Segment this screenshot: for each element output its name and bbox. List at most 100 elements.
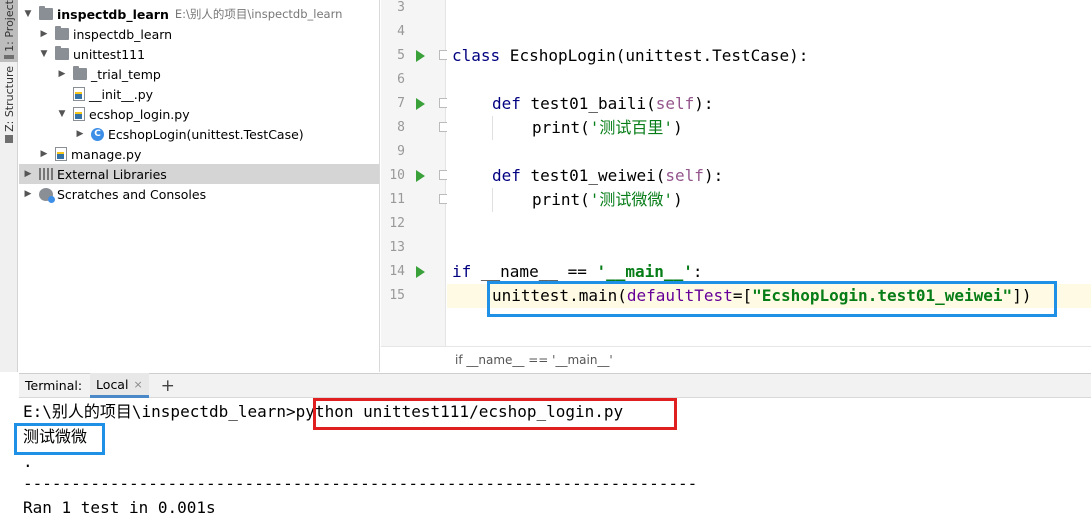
tree-item-label: __init__.py xyxy=(89,86,154,102)
tree-item-label: External Libraries xyxy=(57,166,167,182)
folder-icon xyxy=(4,54,14,59)
code-text: ) xyxy=(673,118,683,137)
tree-item-external-libraries[interactable]: ▶ External Libraries xyxy=(19,164,379,184)
line-number: 15 xyxy=(389,288,405,303)
tree-root[interactable]: ▼ inspectdb_learn E:\别人的项目\inspectdb_lea… xyxy=(19,4,379,24)
run-class-icon[interactable] xyxy=(416,50,425,62)
code-string: '测试百里' xyxy=(589,118,674,137)
chevron-right-icon[interactable]: ▶ xyxy=(57,69,67,79)
line-number: 4 xyxy=(397,24,405,39)
editor-gutter: 3 4 5 6 7 8 9 10 11 12 13 14 15 xyxy=(381,0,448,346)
python-file-icon xyxy=(55,147,67,161)
scratches-icon xyxy=(39,187,55,203)
structure-tool-button[interactable]: Z: Structure xyxy=(0,66,18,150)
code-line-7: def test01_baili(self): xyxy=(492,92,714,116)
indent-guide xyxy=(492,116,493,140)
chevron-right-icon[interactable]: ▶ xyxy=(39,29,49,39)
code-string: '__main__' xyxy=(596,262,693,281)
folder-icon xyxy=(39,6,53,20)
chevron-down-icon[interactable]: ▼ xyxy=(39,49,49,59)
close-icon[interactable]: × xyxy=(133,378,142,391)
code-string: '测试微微' xyxy=(589,190,674,209)
terminal-line-ran: Ran 1 test in 0.001s xyxy=(23,498,216,515)
folder-icon xyxy=(73,66,87,80)
tree-item-init-py[interactable]: __init__.py xyxy=(19,84,379,104)
line-number: 5 xyxy=(397,48,405,63)
tree-item-label: inspectdb_learn xyxy=(73,26,173,42)
run-test-icon[interactable] xyxy=(416,170,425,182)
tree-item-label: EcshopLogin(unittest.TestCase) xyxy=(108,126,304,142)
project-tool-button[interactable]: 1: Project xyxy=(0,0,18,62)
highlight-box-output xyxy=(14,423,105,455)
highlight-box-code xyxy=(487,281,1057,317)
line-number: 6 xyxy=(397,72,405,87)
add-icon[interactable]: + xyxy=(161,376,175,396)
code-line-11: print('测试微微') xyxy=(532,188,683,212)
line-number: 8 xyxy=(397,120,405,135)
terminal-output[interactable]: E:\别人的项目\inspectdb_learn>python unittest… xyxy=(14,398,1091,515)
terminal-line-separator: ----------------------------------------… xyxy=(23,474,698,493)
project-panel: ▼ inspectdb_learn E:\别人的项目\inspectdb_lea… xyxy=(19,0,380,372)
code-text: ): xyxy=(703,166,724,185)
code-keyword: def xyxy=(492,166,521,185)
code-keyword: if xyxy=(452,262,472,281)
tree-item-label: Scratches and Consoles xyxy=(57,186,207,202)
tree-item-unittest111[interactable]: ▼ unittest111 xyxy=(19,44,379,64)
root-path: E:\别人的项目\inspectdb_learn xyxy=(174,7,343,21)
tree-item-label: ecshop_login.py xyxy=(89,106,190,122)
code-self: self xyxy=(655,94,695,113)
tree-item-label: unittest111 xyxy=(73,46,146,62)
breadcrumb[interactable]: if __name__ == '__main__' xyxy=(381,346,1091,372)
line-number: 7 xyxy=(397,96,405,111)
line-number: 14 xyxy=(389,264,405,279)
code-keyword: class xyxy=(452,46,501,65)
line-number: 9 xyxy=(397,144,405,159)
chevron-right-icon[interactable]: ▶ xyxy=(23,189,33,199)
highlight-box-command xyxy=(313,398,677,430)
terminal-label: Terminal: xyxy=(25,378,83,393)
chevron-right-icon[interactable]: ▶ xyxy=(75,129,85,139)
tab-local[interactable]: Local × xyxy=(90,373,149,398)
tree-item-ecshop-class[interactable]: ▶ C EcshopLogin(unittest.TestCase) xyxy=(19,124,379,144)
code-text: test01_baili( xyxy=(520,94,656,113)
code-text: EcshopLogin(unittest.TestCase): xyxy=(500,46,809,65)
tree-item-trial-temp[interactable]: ▶ _trial_temp xyxy=(19,64,379,84)
code-line-5: class EcshopLogin(unittest.TestCase): xyxy=(452,44,808,68)
tree-item-scratches[interactable]: ▶ Scratches and Consoles xyxy=(19,184,379,204)
project-tool-label: 1: Project xyxy=(2,0,16,52)
code-editor[interactable]: class EcshopLogin(unittest.TestCase): de… xyxy=(447,0,1091,346)
code-self: self xyxy=(665,166,704,185)
chevron-down-icon[interactable]: ▼ xyxy=(23,9,33,19)
folder-icon xyxy=(55,46,69,60)
tree-item-inspectdb-learn[interactable]: ▶ inspectdb_learn xyxy=(19,24,379,44)
structure-icon xyxy=(5,134,13,143)
code-text: test01_weiwei( xyxy=(520,166,666,185)
code-text: __name__ == xyxy=(471,262,597,281)
code-text: ) xyxy=(673,190,683,209)
line-number: 12 xyxy=(389,216,405,231)
python-file-icon xyxy=(73,87,85,101)
tree-item-label: _trial_temp xyxy=(91,66,161,82)
tree-item-ecshop-login[interactable]: ▼ ecshop_login.py xyxy=(19,104,379,124)
tree-item-label: manage.py xyxy=(71,146,142,162)
tab-label: Local xyxy=(96,376,129,392)
code-text: : xyxy=(692,262,703,281)
tree-item-manage-py[interactable]: ▶ manage.py xyxy=(19,144,379,164)
code-func: print( xyxy=(532,190,590,209)
run-main-icon[interactable] xyxy=(416,266,425,278)
terminal-toolbar: Terminal: Local × + xyxy=(19,373,1091,398)
chevron-down-icon[interactable]: ▼ xyxy=(57,109,67,119)
code-func: print( xyxy=(532,118,590,137)
line-number: 13 xyxy=(389,240,405,255)
line-number: 3 xyxy=(397,0,405,15)
terminal-prompt: E:\别人的项目\inspectdb_learn> xyxy=(23,402,296,421)
folder-icon xyxy=(55,26,69,40)
chevron-right-icon[interactable]: ▶ xyxy=(23,169,33,179)
code-keyword: def xyxy=(492,94,521,113)
chevron-right-icon[interactable]: ▶ xyxy=(39,149,49,159)
run-test-icon[interactable] xyxy=(416,98,425,110)
indent-guide xyxy=(492,188,493,212)
library-icon xyxy=(39,168,53,180)
code-text: ): xyxy=(694,94,714,113)
root-name: inspectdb_learn xyxy=(57,6,169,22)
